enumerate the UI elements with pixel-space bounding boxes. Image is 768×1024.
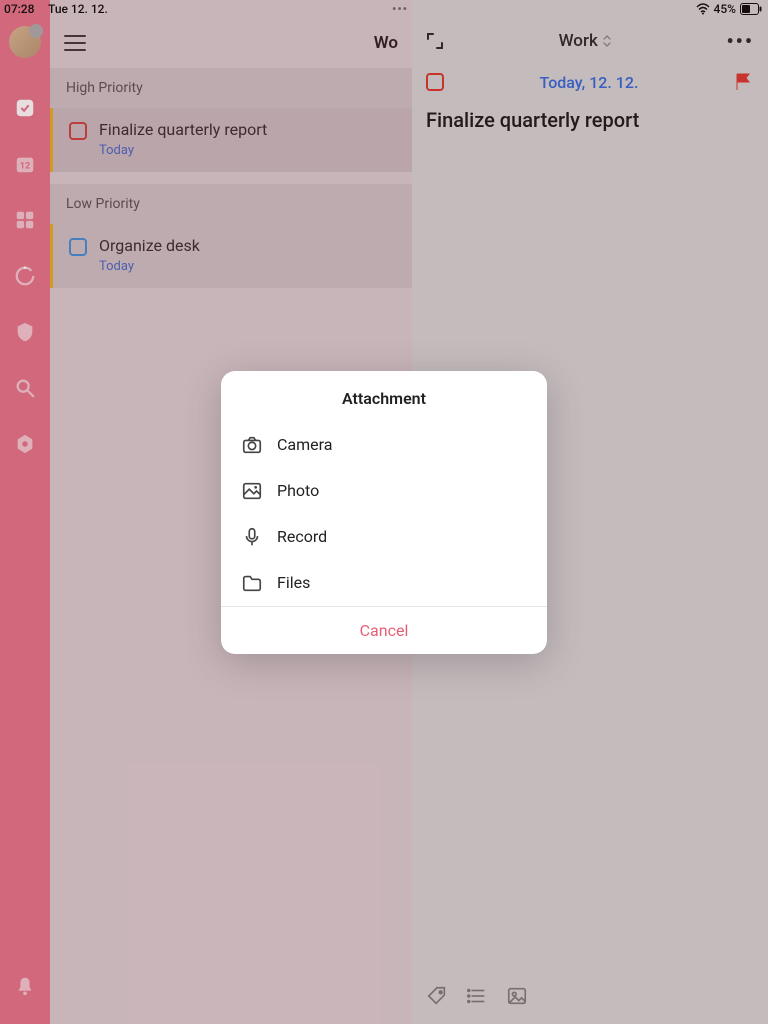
camera-icon [241, 434, 263, 456]
modal-title: Attachment [221, 371, 547, 422]
mic-icon [241, 526, 263, 548]
attachment-modal: Attachment Camera Photo Record Files Can… [221, 371, 547, 654]
modal-cancel-button[interactable]: Cancel [221, 606, 547, 654]
folder-icon [241, 572, 263, 594]
modal-item-label: Files [277, 573, 310, 592]
modal-item-record[interactable]: Record [221, 514, 547, 560]
modal-item-label: Camera [277, 435, 332, 454]
modal-item-camera[interactable]: Camera [221, 422, 547, 468]
modal-item-photo[interactable]: Photo [221, 468, 547, 514]
photo-icon [241, 480, 263, 502]
modal-overlay[interactable]: Attachment Camera Photo Record Files Can… [0, 0, 768, 1024]
modal-item-label: Record [277, 527, 327, 546]
modal-item-label: Photo [277, 481, 319, 500]
modal-item-files[interactable]: Files [221, 560, 547, 606]
